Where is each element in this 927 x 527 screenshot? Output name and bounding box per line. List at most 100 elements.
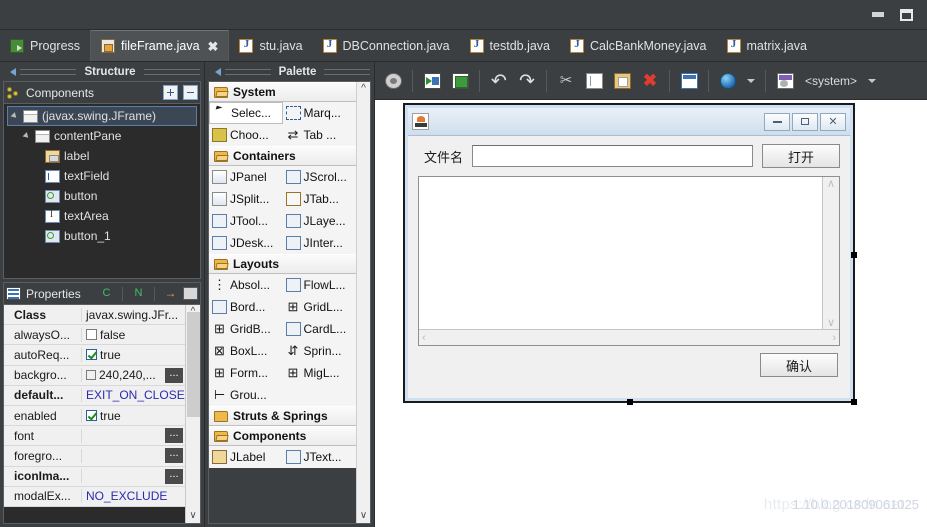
palette-item-jinternalframe[interactable]: JInter... — [283, 232, 357, 254]
palette-item-jlabel[interactable]: JLabel — [209, 446, 283, 468]
checkbox-checked-icon[interactable] — [86, 410, 97, 422]
test-run-button[interactable] — [420, 69, 444, 93]
tab-fileframe-java[interactable]: fileFrame.java ✖ — [90, 30, 230, 61]
vertical-scrollbar[interactable]: ∧ ∨ — [823, 177, 839, 329]
design-canvas[interactable]: ✕ 文件名 打开 ∧ ∨ ‹ › 确认 https://blog.csdn.ne… — [375, 100, 927, 527]
checkbox-unchecked-icon[interactable] — [86, 329, 97, 341]
palette-item-jscrollpane[interactable]: JScrol... — [283, 166, 357, 188]
palette-category-containers[interactable]: Containers — [209, 146, 356, 166]
palette-item-formlayout[interactable]: ⊞ Form... — [209, 362, 283, 384]
open-button[interactable]: 打开 — [762, 144, 840, 168]
palette-item-gridlayout[interactable]: ⊞ GridL... — [283, 296, 357, 318]
tab-stu-java[interactable]: stu.java — [229, 30, 312, 61]
palette-category-system[interactable]: System — [209, 82, 356, 102]
palette-item-jlayeredpane[interactable]: JLaye... — [283, 210, 357, 232]
tree-item-jframe[interactable]: (javax.swing.JFrame) — [7, 106, 197, 126]
collapse-all-button[interactable] — [183, 85, 198, 100]
scroll-up-icon[interactable]: ^ — [361, 82, 366, 96]
expand-all-button[interactable] — [163, 85, 178, 100]
palette-category-struts-springs[interactable]: Struts & Springs — [209, 406, 356, 426]
palette-item-choose-component[interactable]: Choo... — [209, 124, 283, 146]
palette-scrollbar[interactable]: ^ ∨ — [356, 82, 370, 523]
palette-item-selection[interactable]: Selec... — [209, 102, 283, 124]
scroll-down-icon[interactable]: ∨ — [360, 509, 367, 523]
tab-testdb-java[interactable]: testdb.java — [460, 30, 560, 61]
open-editor-button[interactable]: ... — [165, 468, 183, 484]
palette-item-jtoolbar[interactable]: JTool... — [209, 210, 283, 232]
palette-item-marquee[interactable]: Marq... — [283, 102, 357, 124]
tab-calcbankmoney-java[interactable]: CalcBankMoney.java — [560, 30, 717, 61]
properties-scrollbar[interactable]: ^ ∨ — [185, 305, 200, 523]
collapse-left-icon[interactable] — [10, 67, 16, 76]
property-row-modalexclusiontype[interactable]: modalEx... NO_EXCLUDE — [4, 486, 185, 507]
look-and-feel-dropdown[interactable] — [865, 69, 879, 93]
open-editor-button[interactable]: ... — [165, 428, 183, 444]
delete-button[interactable]: ✖ — [638, 69, 662, 93]
tree-twisty-icon[interactable] — [22, 132, 31, 140]
content-textarea[interactable] — [419, 177, 823, 329]
window-maximize-button[interactable] — [895, 5, 917, 25]
jframe-maximize-button[interactable] — [792, 112, 818, 131]
palette-item-tab-order[interactable]: ⇄ Tab ... — [283, 124, 357, 146]
palette-item-jpanel[interactable]: JPanel — [209, 166, 283, 188]
palette-item-jsplitpane[interactable]: JSplit... — [209, 188, 283, 210]
tree-item-label[interactable]: label — [4, 146, 200, 166]
confirm-button[interactable]: 确认 — [760, 353, 838, 377]
horizontal-scrollbar[interactable]: ‹ › — [419, 329, 839, 345]
tab-dbconnection-java[interactable]: DBConnection.java — [313, 30, 460, 61]
scroll-left-icon[interactable]: ‹ — [422, 332, 426, 344]
palette-item-absolutelayout[interactable]: ⋮ Absol... — [209, 274, 283, 296]
filter-icon[interactable] — [183, 287, 198, 300]
open-editor-button[interactable]: ... — [165, 448, 183, 464]
copy-button[interactable] — [582, 69, 606, 93]
look-and-feel-button[interactable] — [773, 69, 797, 93]
property-row-alwaysontop[interactable]: alwaysO... false — [4, 325, 185, 346]
scroll-down-icon[interactable]: ∨ — [827, 316, 835, 329]
resize-handle-corner[interactable] — [851, 399, 857, 405]
open-editor-button[interactable]: ... — [165, 367, 183, 383]
property-row-background[interactable]: backgro... 240,240,... ... — [4, 365, 185, 386]
checkbox-checked-icon[interactable] — [86, 349, 97, 361]
jframe-close-button[interactable]: ✕ — [820, 112, 846, 131]
palette-item-cardlayout[interactable]: CardL... — [283, 318, 357, 340]
layout-button[interactable] — [677, 69, 701, 93]
property-row-iconimage[interactable]: iconIma... ... — [4, 466, 185, 487]
collapse-left-icon[interactable] — [215, 67, 221, 76]
scrollbar-thumb[interactable] — [186, 311, 200, 417]
property-row-class[interactable]: Class javax.swing.JFr... — [4, 305, 185, 326]
tree-item-contentpane[interactable]: contentPane — [4, 126, 200, 146]
palette-category-components[interactable]: Components — [209, 426, 356, 446]
palette-category-layouts[interactable]: Layouts — [209, 254, 356, 274]
palette-item-miglayout[interactable]: ⊞ MigL... — [283, 362, 357, 384]
jframe-minimize-button[interactable] — [764, 112, 790, 131]
property-row-autorequestfocus[interactable]: autoReq... true — [4, 345, 185, 366]
palette-item-jdesktoppane[interactable]: JDesk... — [209, 232, 283, 254]
show-components-icon[interactable]: C — [99, 287, 114, 300]
tree-item-button[interactable]: button — [4, 186, 200, 206]
palette-item-jtabbedpane[interactable]: JTab... — [283, 188, 357, 210]
show-events-icon[interactable]: N — [131, 287, 146, 300]
redo-button[interactable]: ↷ — [515, 69, 539, 93]
tree-item-textarea[interactable]: textArea — [4, 206, 200, 226]
property-row-foreground[interactable]: foregro... ... — [4, 446, 185, 467]
resize-handle-right[interactable] — [851, 252, 857, 258]
property-row-font[interactable]: font ... — [4, 426, 185, 447]
paste-button[interactable] — [610, 69, 634, 93]
filename-input[interactable] — [472, 145, 753, 167]
tree-item-textfield[interactable]: textField — [4, 166, 200, 186]
palette-item-jtextfield[interactable]: JText... — [283, 446, 357, 468]
tab-matrix-java[interactable]: matrix.java — [717, 30, 817, 61]
tab-close-icon[interactable]: ✖ — [208, 40, 219, 53]
externalize-strings-dropdown[interactable] — [744, 69, 758, 93]
palette-item-springlayout[interactable]: ⇵ Sprin... — [283, 340, 357, 362]
window-minimize-button[interactable] — [867, 5, 889, 25]
refresh-button[interactable] — [448, 69, 472, 93]
externalize-strings-button[interactable] — [716, 69, 740, 93]
property-row-enabled[interactable]: enabled true — [4, 405, 185, 427]
resize-handle-bottom[interactable] — [627, 399, 633, 405]
undo-button[interactable]: ↶ — [487, 69, 511, 93]
scroll-down-icon[interactable]: ∨ — [189, 509, 196, 523]
palette-item-gridbaglayout[interactable]: ⊞ GridB... — [209, 318, 283, 340]
scroll-up-icon[interactable]: ∧ — [827, 177, 835, 190]
tree-item-button-1[interactable]: button_1 — [4, 226, 200, 246]
